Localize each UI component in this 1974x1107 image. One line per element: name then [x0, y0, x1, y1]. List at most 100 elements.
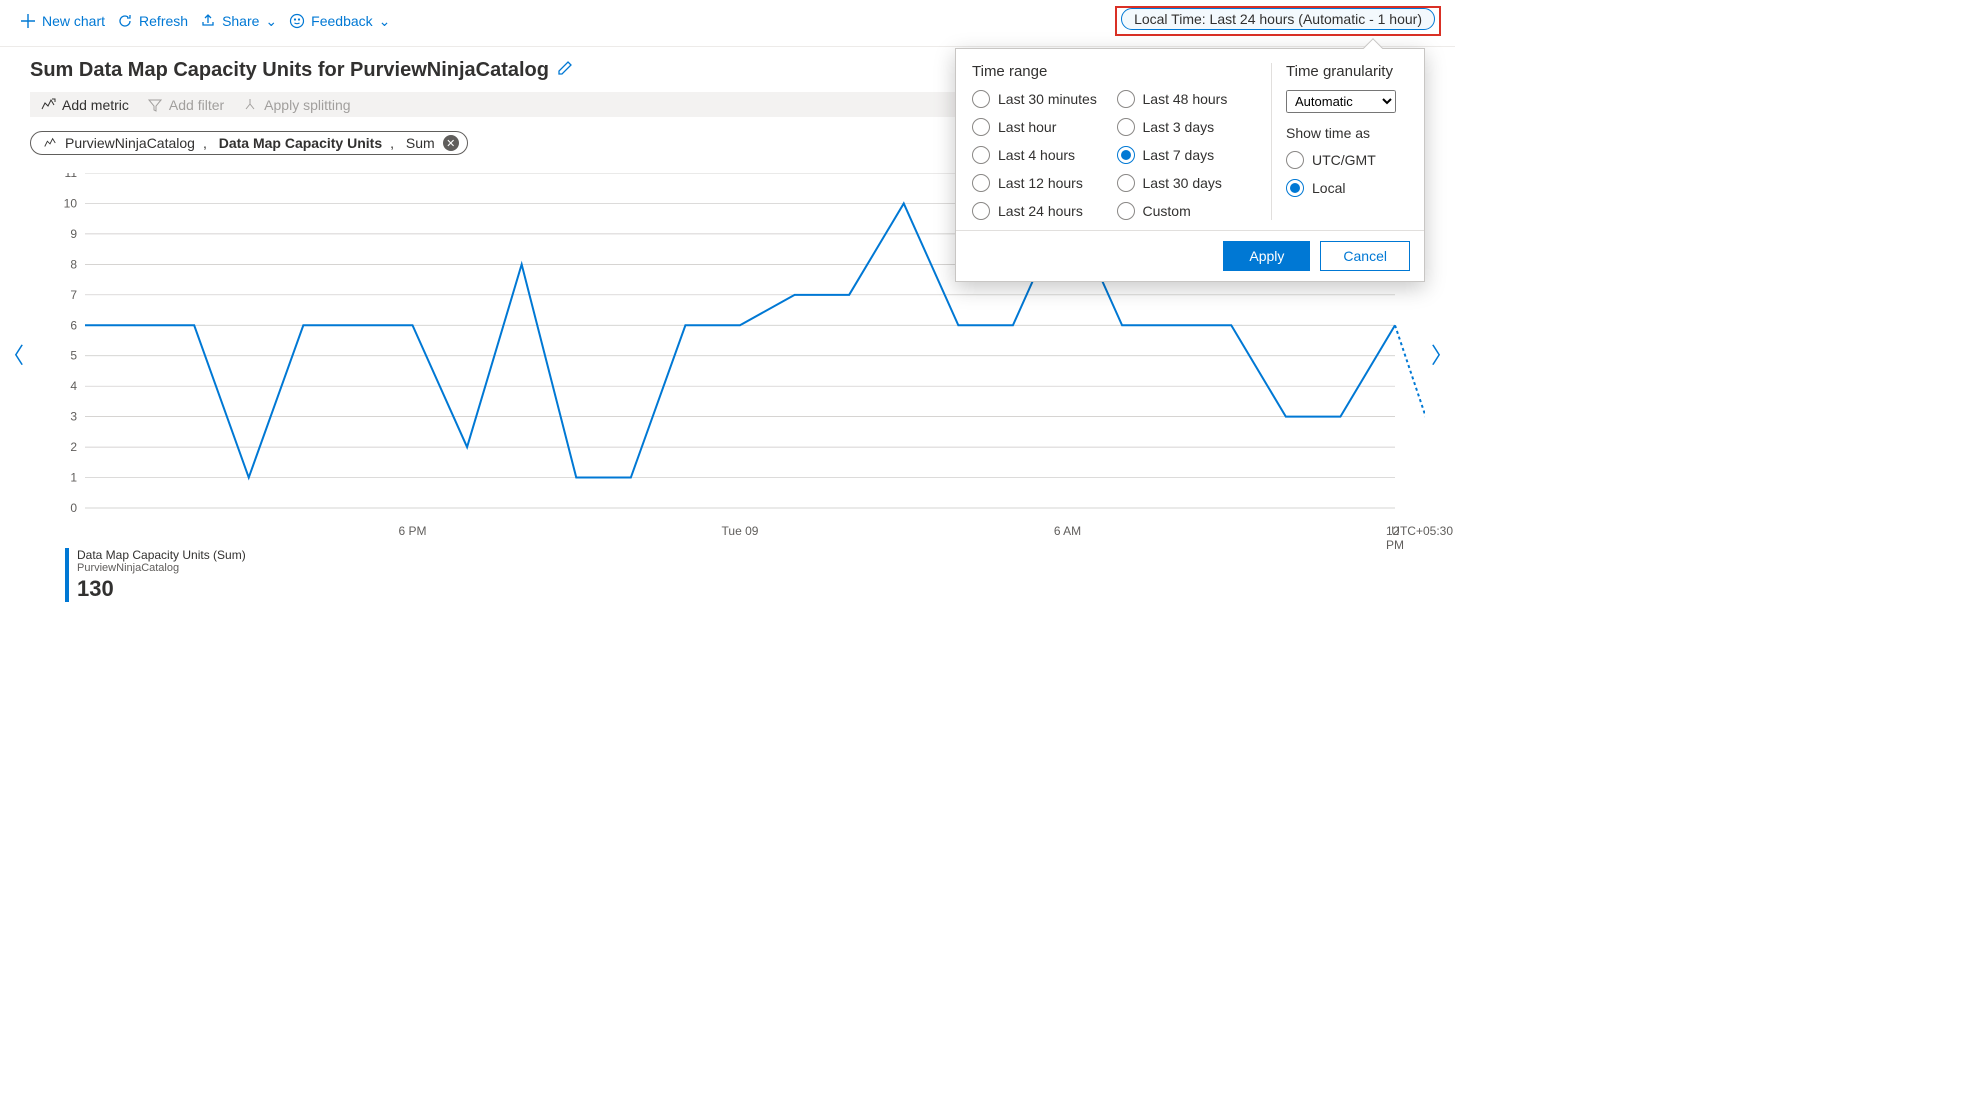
svg-text:2: 2 — [70, 440, 77, 454]
metric-name: Data Map Capacity Units — [219, 135, 382, 151]
previous-period-button[interactable]: 〈 — [2, 338, 24, 370]
share-button[interactable]: Share ⌄ — [194, 11, 283, 32]
radio-icon — [1117, 202, 1135, 220]
add-metric-button[interactable]: Add metric — [40, 97, 129, 113]
timezone-label: UTC+05:30 — [1391, 524, 1453, 538]
share-label: Share — [222, 13, 259, 29]
svg-text:5: 5 — [70, 349, 77, 363]
time-range-pill[interactable]: Local Time: Last 24 hours (Automatic - 1… — [1121, 8, 1435, 30]
time-mode-option-label: Local — [1312, 180, 1345, 196]
time-range-option[interactable]: Last 4 hours — [972, 146, 1117, 164]
metric-icon — [43, 136, 57, 150]
svg-text:1: 1 — [70, 471, 77, 485]
new-chart-button[interactable]: New chart — [14, 11, 111, 31]
time-range-option[interactable]: Last 12 hours — [972, 174, 1117, 192]
plus-icon — [20, 13, 36, 29]
radio-icon — [972, 202, 990, 220]
time-range-option[interactable]: Last hour — [972, 118, 1117, 136]
svg-text:10: 10 — [64, 196, 78, 210]
add-filter-label: Add filter — [169, 97, 224, 113]
show-time-heading: Show time as — [1286, 125, 1408, 141]
radio-icon — [972, 90, 990, 108]
split-icon — [242, 97, 258, 113]
time-range-option-label: Last 7 days — [1143, 147, 1215, 163]
time-range-heading: Time range — [972, 63, 1261, 80]
refresh-button[interactable]: Refresh — [111, 11, 194, 31]
time-range-option[interactable]: Last 30 days — [1117, 174, 1262, 192]
apply-button[interactable]: Apply — [1223, 241, 1310, 271]
time-range-option[interactable]: Last 7 days — [1117, 146, 1262, 164]
time-range-option-label: Custom — [1143, 203, 1191, 219]
radio-icon — [1117, 174, 1135, 192]
time-range-option-label: Last 48 hours — [1143, 91, 1228, 107]
refresh-label: Refresh — [139, 13, 188, 29]
time-range-option[interactable]: Last 3 days — [1117, 118, 1262, 136]
time-mode-option[interactable]: Local — [1286, 179, 1408, 197]
svg-text:9: 9 — [70, 227, 77, 241]
svg-text:6: 6 — [70, 318, 77, 332]
time-range-option-label: Last 24 hours — [998, 203, 1083, 219]
time-mode-option-label: UTC/GMT — [1312, 152, 1376, 168]
time-range-option-label: Last 30 days — [1143, 175, 1222, 191]
x-tick-label: 6 PM — [398, 524, 426, 538]
svg-text:11: 11 — [65, 173, 78, 180]
legend-value: 130 — [77, 576, 246, 602]
legend-color-bar — [65, 548, 69, 602]
time-range-highlight: Local Time: Last 24 hours (Automatic - 1… — [1115, 6, 1441, 36]
metric-resource: PurviewNinjaCatalog — [65, 135, 195, 151]
time-range-option-label: Last 3 days — [1143, 119, 1215, 135]
radio-icon — [1286, 151, 1304, 169]
time-mode-option[interactable]: UTC/GMT — [1286, 151, 1408, 169]
radio-icon — [1117, 90, 1135, 108]
radio-icon — [1117, 118, 1135, 136]
pencil-icon — [557, 60, 573, 76]
time-range-option[interactable]: Last 30 minutes — [972, 90, 1117, 108]
x-axis-labels: 6 PMTue 096 AM12 PM — [85, 518, 1395, 534]
radio-icon — [1286, 179, 1304, 197]
metric-icon — [40, 97, 56, 113]
new-chart-label: New chart — [42, 13, 105, 29]
time-range-option-label: Last 4 hours — [998, 147, 1075, 163]
apply-splitting-button[interactable]: Apply splitting — [242, 97, 350, 113]
time-range-option[interactable]: Last 48 hours — [1117, 90, 1262, 108]
x-tick-label: Tue 09 — [722, 524, 759, 538]
svg-text:7: 7 — [70, 288, 77, 302]
radio-icon — [972, 146, 990, 164]
time-range-option[interactable]: Last 24 hours — [972, 202, 1117, 220]
add-metric-label: Add metric — [62, 97, 129, 113]
granularity-heading: Time granularity — [1286, 63, 1408, 80]
svg-text:4: 4 — [70, 379, 77, 393]
add-filter-button[interactable]: Add filter — [147, 97, 224, 113]
filter-icon — [147, 97, 163, 113]
radio-icon — [972, 118, 990, 136]
cancel-button[interactable]: Cancel — [1320, 241, 1410, 271]
time-range-popover: Time range Last 30 minutes Last 48 hours… — [955, 48, 1425, 282]
svg-text:0: 0 — [70, 501, 77, 515]
apply-splitting-label: Apply splitting — [264, 97, 350, 113]
time-range-option-label: Last 12 hours — [998, 175, 1083, 191]
remove-metric-button[interactable]: ✕ — [443, 135, 459, 151]
chart-title: Sum Data Map Capacity Units for PurviewN… — [30, 59, 549, 82]
feedback-label: Feedback — [311, 13, 372, 29]
next-period-button[interactable]: 〉 — [1431, 338, 1453, 370]
metric-agg: Sum — [406, 135, 435, 151]
legend-resource: PurviewNinjaCatalog — [77, 562, 246, 575]
time-range-option[interactable]: Custom — [1117, 202, 1262, 220]
time-range-option-label: Last 30 minutes — [998, 91, 1097, 107]
edit-title-button[interactable] — [557, 59, 573, 82]
feedback-button[interactable]: Feedback ⌄ — [283, 11, 396, 32]
chevron-down-icon: ⌄ — [265, 13, 277, 30]
time-range-option-label: Last hour — [998, 119, 1056, 135]
svg-text:3: 3 — [70, 410, 77, 424]
share-icon — [200, 13, 216, 29]
metric-pill[interactable]: PurviewNinjaCatalog, Data Map Capacity U… — [30, 131, 468, 155]
chevron-down-icon: ⌄ — [379, 13, 391, 30]
radio-icon — [972, 174, 990, 192]
radio-icon — [1117, 146, 1135, 164]
legend-series-name: Data Map Capacity Units (Sum) — [77, 548, 246, 562]
smiley-icon — [289, 13, 305, 29]
top-toolbar: New chart Refresh Share ⌄ Feedback ⌄ Loc… — [0, 0, 1455, 47]
granularity-select[interactable]: Automatic — [1286, 90, 1396, 113]
x-tick-label: 6 AM — [1054, 524, 1081, 538]
chart-legend: Data Map Capacity Units (Sum) PurviewNin… — [65, 548, 1455, 602]
